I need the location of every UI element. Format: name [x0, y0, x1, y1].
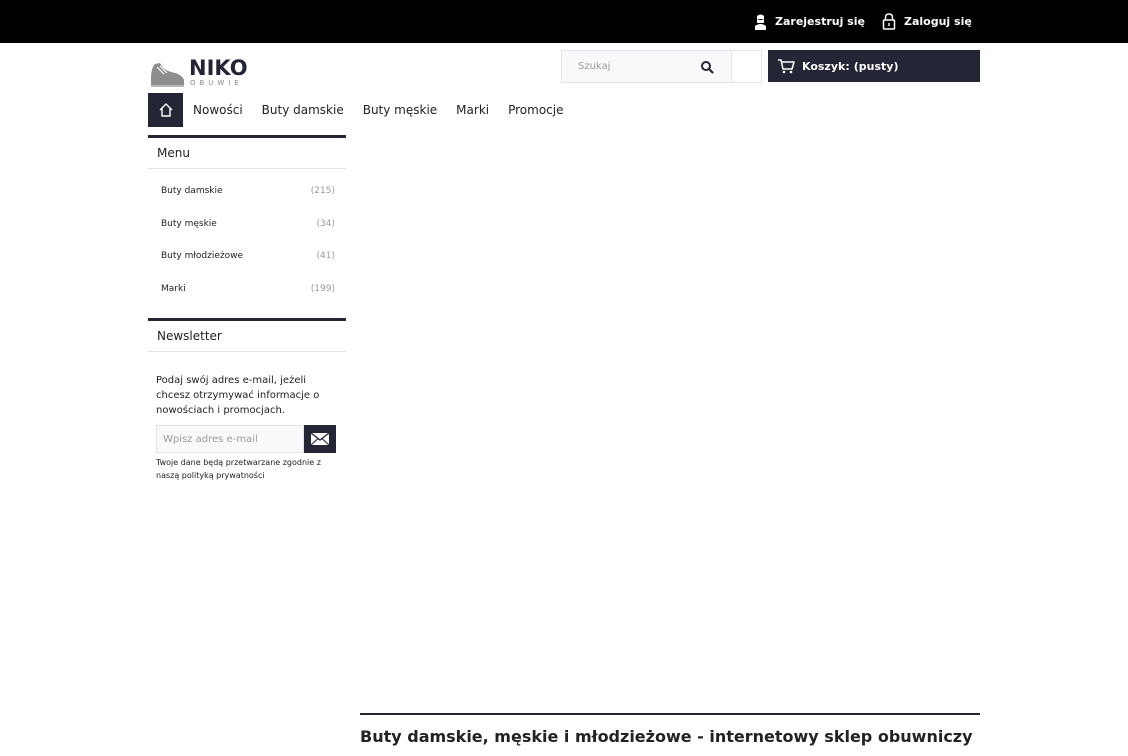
menu-item-label: Marki [161, 283, 186, 294]
menu-item-label: Buty damskie [161, 186, 223, 197]
menu-item-buty-damskie[interactable]: Buty damskie (215) [148, 175, 346, 208]
cart-button[interactable]: Koszyk: (pusty) [768, 50, 980, 82]
nav-item-promocje[interactable]: Promocje [508, 93, 563, 127]
nav-item-marki[interactable]: Marki [456, 93, 489, 127]
newsletter-email-input[interactable] [156, 425, 304, 453]
nav-item-buty-meskie[interactable]: Buty męskie [363, 93, 437, 127]
menu-item-count: (199) [310, 283, 335, 294]
menu-item-buty-mlodziezowe[interactable]: Buty młodzieżowe (41) [148, 240, 346, 273]
register-link[interactable]: Zarejestruj się [754, 0, 865, 43]
user-icon [755, 14, 766, 30]
search-box [561, 50, 762, 83]
home-icon [159, 103, 172, 117]
login-link[interactable]: Zaloguj się [882, 0, 972, 43]
envelope-icon [310, 432, 330, 446]
nav-item-nowosci[interactable]: Nowości [193, 93, 243, 127]
site-logo[interactable]: NIKO OBUWIE [149, 56, 253, 90]
page-title: Buty damskie, męskie i młodzieżowe - int… [360, 727, 973, 746]
search-icon[interactable] [699, 59, 715, 75]
cart-icon [778, 59, 795, 74]
menu-item-count: (34) [316, 218, 335, 229]
newsletter-block: Newsletter Podaj swój adres e-mail, jeże… [148, 318, 346, 482]
menu-item-count: (215) [310, 186, 335, 197]
nav-home-button[interactable] [148, 93, 183, 127]
newsletter-description: Podaj swój adres e-mail, jeżeli chcesz o… [156, 375, 320, 416]
menu-item-buty-meskie[interactable]: Buty męskie (34) [148, 208, 346, 241]
menu-item-label: Buty młodzieżowe [161, 251, 244, 262]
menu-title: Menu [148, 135, 346, 169]
menu-item-label: Buty męskie [161, 218, 217, 229]
newsletter-form [156, 425, 336, 453]
menu-block: Menu Buty damskie (215) Buty męskie (34)… [148, 135, 346, 305]
padlock-icon [882, 13, 896, 30]
main-nav: Nowości Buty damskie Buty męskie Marki P… [148, 93, 573, 127]
cart-status: (pusty) [853, 59, 899, 73]
newsletter-submit-button[interactable] [304, 425, 336, 453]
nav-item-buty-damskie[interactable]: Buty damskie [262, 93, 344, 127]
cart-label: Koszyk: [802, 59, 850, 73]
logo-name: NIKO [189, 56, 248, 80]
register-label: Zarejestruj się [775, 15, 865, 28]
menu-list: Buty damskie (215) Buty męskie (34) Buty… [148, 169, 346, 305]
newsletter-privacy-text: Twoje dane będą przetwarzane zgodnie z n… [156, 458, 321, 480]
shoe-logo-icon [151, 63, 184, 87]
logo-subtitle: OBUWIE [190, 79, 243, 87]
menu-item-marki[interactable]: Marki (199) [148, 273, 346, 306]
menu-item-count: (41) [316, 251, 335, 262]
newsletter-title: Newsletter [148, 318, 346, 352]
login-label: Zaloguj się [904, 15, 972, 28]
content-divider [360, 713, 980, 715]
top-bar: Zarejestruj się Zaloguj się [0, 0, 1128, 43]
